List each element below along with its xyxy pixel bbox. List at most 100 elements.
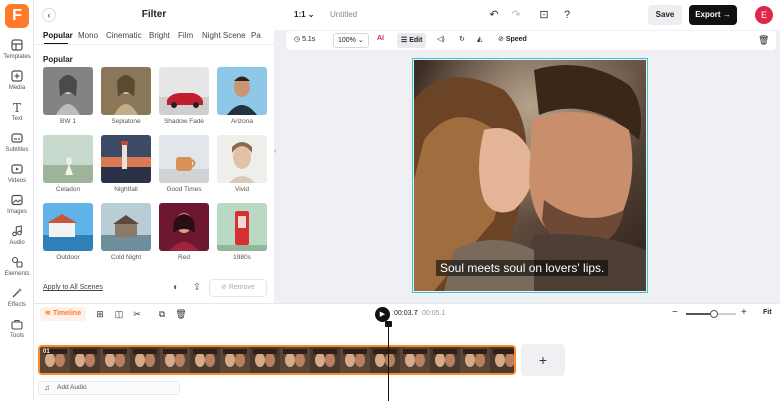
rail-item-subtitles[interactable]: Subtitles (0, 130, 34, 158)
total-time: 00:05.1 (422, 310, 446, 317)
rail-item-media[interactable]: Media (0, 68, 34, 96)
panel-header: ‹ Filter (34, 0, 274, 28)
add-scene-icon[interactable]: ⊞ (94, 308, 106, 320)
playhead[interactable] (388, 322, 389, 401)
avatar[interactable]: E (755, 6, 773, 24)
project-title[interactable]: Untitled (330, 10, 357, 19)
tab-night-scene[interactable]: Night Scene (202, 31, 246, 40)
fit-button[interactable]: Fit (763, 309, 772, 316)
filter-tile[interactable]: Arizona (217, 67, 267, 127)
clip-frame (70, 347, 100, 373)
filter-tile[interactable]: Outdoor (43, 203, 93, 263)
zoom-slider-knob[interactable] (709, 310, 718, 318)
videos-icon (0, 163, 34, 177)
filter-thumbnail (101, 67, 151, 115)
tab-more[interactable]: Pa (251, 31, 261, 40)
rail-item-templates[interactable]: Templates (0, 37, 34, 65)
filter-tile[interactable]: Cold Night (101, 203, 151, 263)
filter-thumbnail (217, 135, 267, 183)
tab-bright[interactable]: Bright (149, 31, 170, 40)
video-caption[interactable]: Soul meets soul on lovers' lips. (436, 260, 609, 276)
video-canvas[interactable]: Soul meets soul on lovers' lips. (412, 58, 648, 293)
filter-tile[interactable]: Sepiatone (101, 67, 151, 127)
split-icon[interactable]: ◫ (113, 308, 125, 320)
filter-tile[interactable]: Vivid (217, 135, 267, 195)
rail-item-audio[interactable]: Audio (0, 223, 34, 251)
filter-tile[interactable]: Nightfall (101, 135, 151, 195)
rail-label: Videos (7, 178, 27, 184)
remove-button[interactable]: ⊘ Remove (209, 279, 267, 297)
volume-icon[interactable]: ◁) (437, 35, 445, 43)
rail-item-text[interactable]: T Text (0, 99, 34, 127)
zoom-value: 100% (338, 37, 356, 44)
filter-name: Arizona (230, 118, 254, 125)
tab-mono[interactable]: Mono (78, 31, 98, 40)
duration-control[interactable]: ◷ 5.1s (294, 35, 315, 43)
trash-icon[interactable]: 🗑 (758, 35, 769, 46)
save-button[interactable]: Save (648, 5, 682, 25)
duplicate-icon[interactable]: ⧉ (156, 308, 168, 320)
filter-tile[interactable]: Celadon (43, 135, 93, 195)
play-button[interactable]: ▶ (375, 307, 390, 322)
clip-frame (280, 347, 310, 373)
filter-tile[interactable]: BW 1 (43, 67, 93, 127)
filter-thumbnail (101, 135, 151, 183)
compare-icon[interactable]: ◐ (170, 282, 182, 294)
tab-popular[interactable]: Popular (43, 31, 73, 40)
rail-label: Elements (4, 271, 30, 277)
clip-frame (400, 347, 430, 373)
rotate-icon[interactable]: ↻ (459, 35, 465, 43)
filter-tile[interactable]: 1980s (217, 203, 267, 263)
export-button[interactable]: Export → (689, 5, 737, 25)
timeline-toggle-button[interactable]: ≋ Timeline (40, 307, 87, 321)
rail-label: Audio (9, 240, 25, 246)
playhead-handle[interactable] (385, 321, 392, 327)
rail-item-elements[interactable]: Elements (0, 254, 34, 282)
clip-frame (220, 347, 250, 373)
rail-item-videos[interactable]: Videos (0, 161, 34, 189)
app-logo[interactable]: F (5, 4, 29, 28)
filter-tile[interactable]: Good Times (159, 135, 209, 195)
undo-icon[interactable]: ↶ (486, 7, 502, 23)
arrow-right-icon: → (722, 10, 731, 19)
speed-button[interactable]: ⊘ Speed (498, 35, 527, 43)
filter-thumbnail (217, 67, 267, 115)
effects-icon (0, 287, 34, 301)
edit-toolbar: ◷ 5.1s 100% ⌄ AI ☰ Edit ◁) ↻ ◭ ⊘ Speed 🗑 (286, 31, 776, 50)
aspect-ratio-select[interactable]: 1:1 ⌄ (294, 10, 315, 19)
rail-label: Media (8, 85, 26, 91)
help-icon[interactable]: ? (559, 7, 575, 23)
speed-icon: ⊘ (498, 36, 504, 43)
zoom-select[interactable]: 100% ⌄ (333, 33, 369, 48)
zoom-in-icon[interactable]: + (741, 307, 747, 318)
apply-to-all-link[interactable]: Apply to All Scenes (43, 284, 103, 291)
rail-item-tools[interactable]: Tools (0, 316, 34, 344)
redo-icon[interactable]: ↷ (508, 7, 524, 23)
add-clip-button[interactable]: + (521, 344, 565, 376)
timeline-zoom-slider[interactable] (686, 310, 736, 318)
filter-tile[interactable]: Shadow Fade (159, 67, 209, 127)
clip-frame (430, 347, 460, 373)
add-audio-button[interactable]: ♫ Add Audio (38, 381, 180, 395)
cut-icon[interactable]: ✂ (131, 308, 143, 320)
export-label: Export (695, 10, 721, 19)
rail-item-effects[interactable]: Effects (0, 285, 34, 313)
screenshot-icon[interactable]: ⊡ (536, 7, 552, 23)
tab-cinematic[interactable]: Cinematic (106, 31, 142, 40)
ai-tools-button[interactable]: AI (377, 35, 384, 42)
tab-film[interactable]: Film (178, 31, 193, 40)
upload-icon[interactable]: ⇪ (191, 282, 203, 294)
flip-icon[interactable]: ◭ (477, 35, 482, 43)
edit-button[interactable]: ☰ Edit (397, 33, 427, 48)
filter-tile[interactable]: Red (159, 203, 209, 263)
zoom-out-icon[interactable]: − (672, 307, 678, 318)
filter-name: Good Times (166, 186, 202, 193)
filter-thumbnail (217, 203, 267, 251)
delete-icon[interactable]: 🗑 (175, 308, 187, 320)
video-clip-track[interactable]: 01 (38, 345, 516, 375)
collapse-panel-handle[interactable]: ‹ (274, 140, 280, 162)
subtitles-icon (0, 132, 34, 146)
top-bar: 1:1 ⌄ Untitled ↶ ↷ ⊡ ? Save Export → E (274, 0, 780, 30)
filter-name: 1980s (233, 254, 251, 261)
rail-item-images[interactable]: Images (0, 192, 34, 220)
